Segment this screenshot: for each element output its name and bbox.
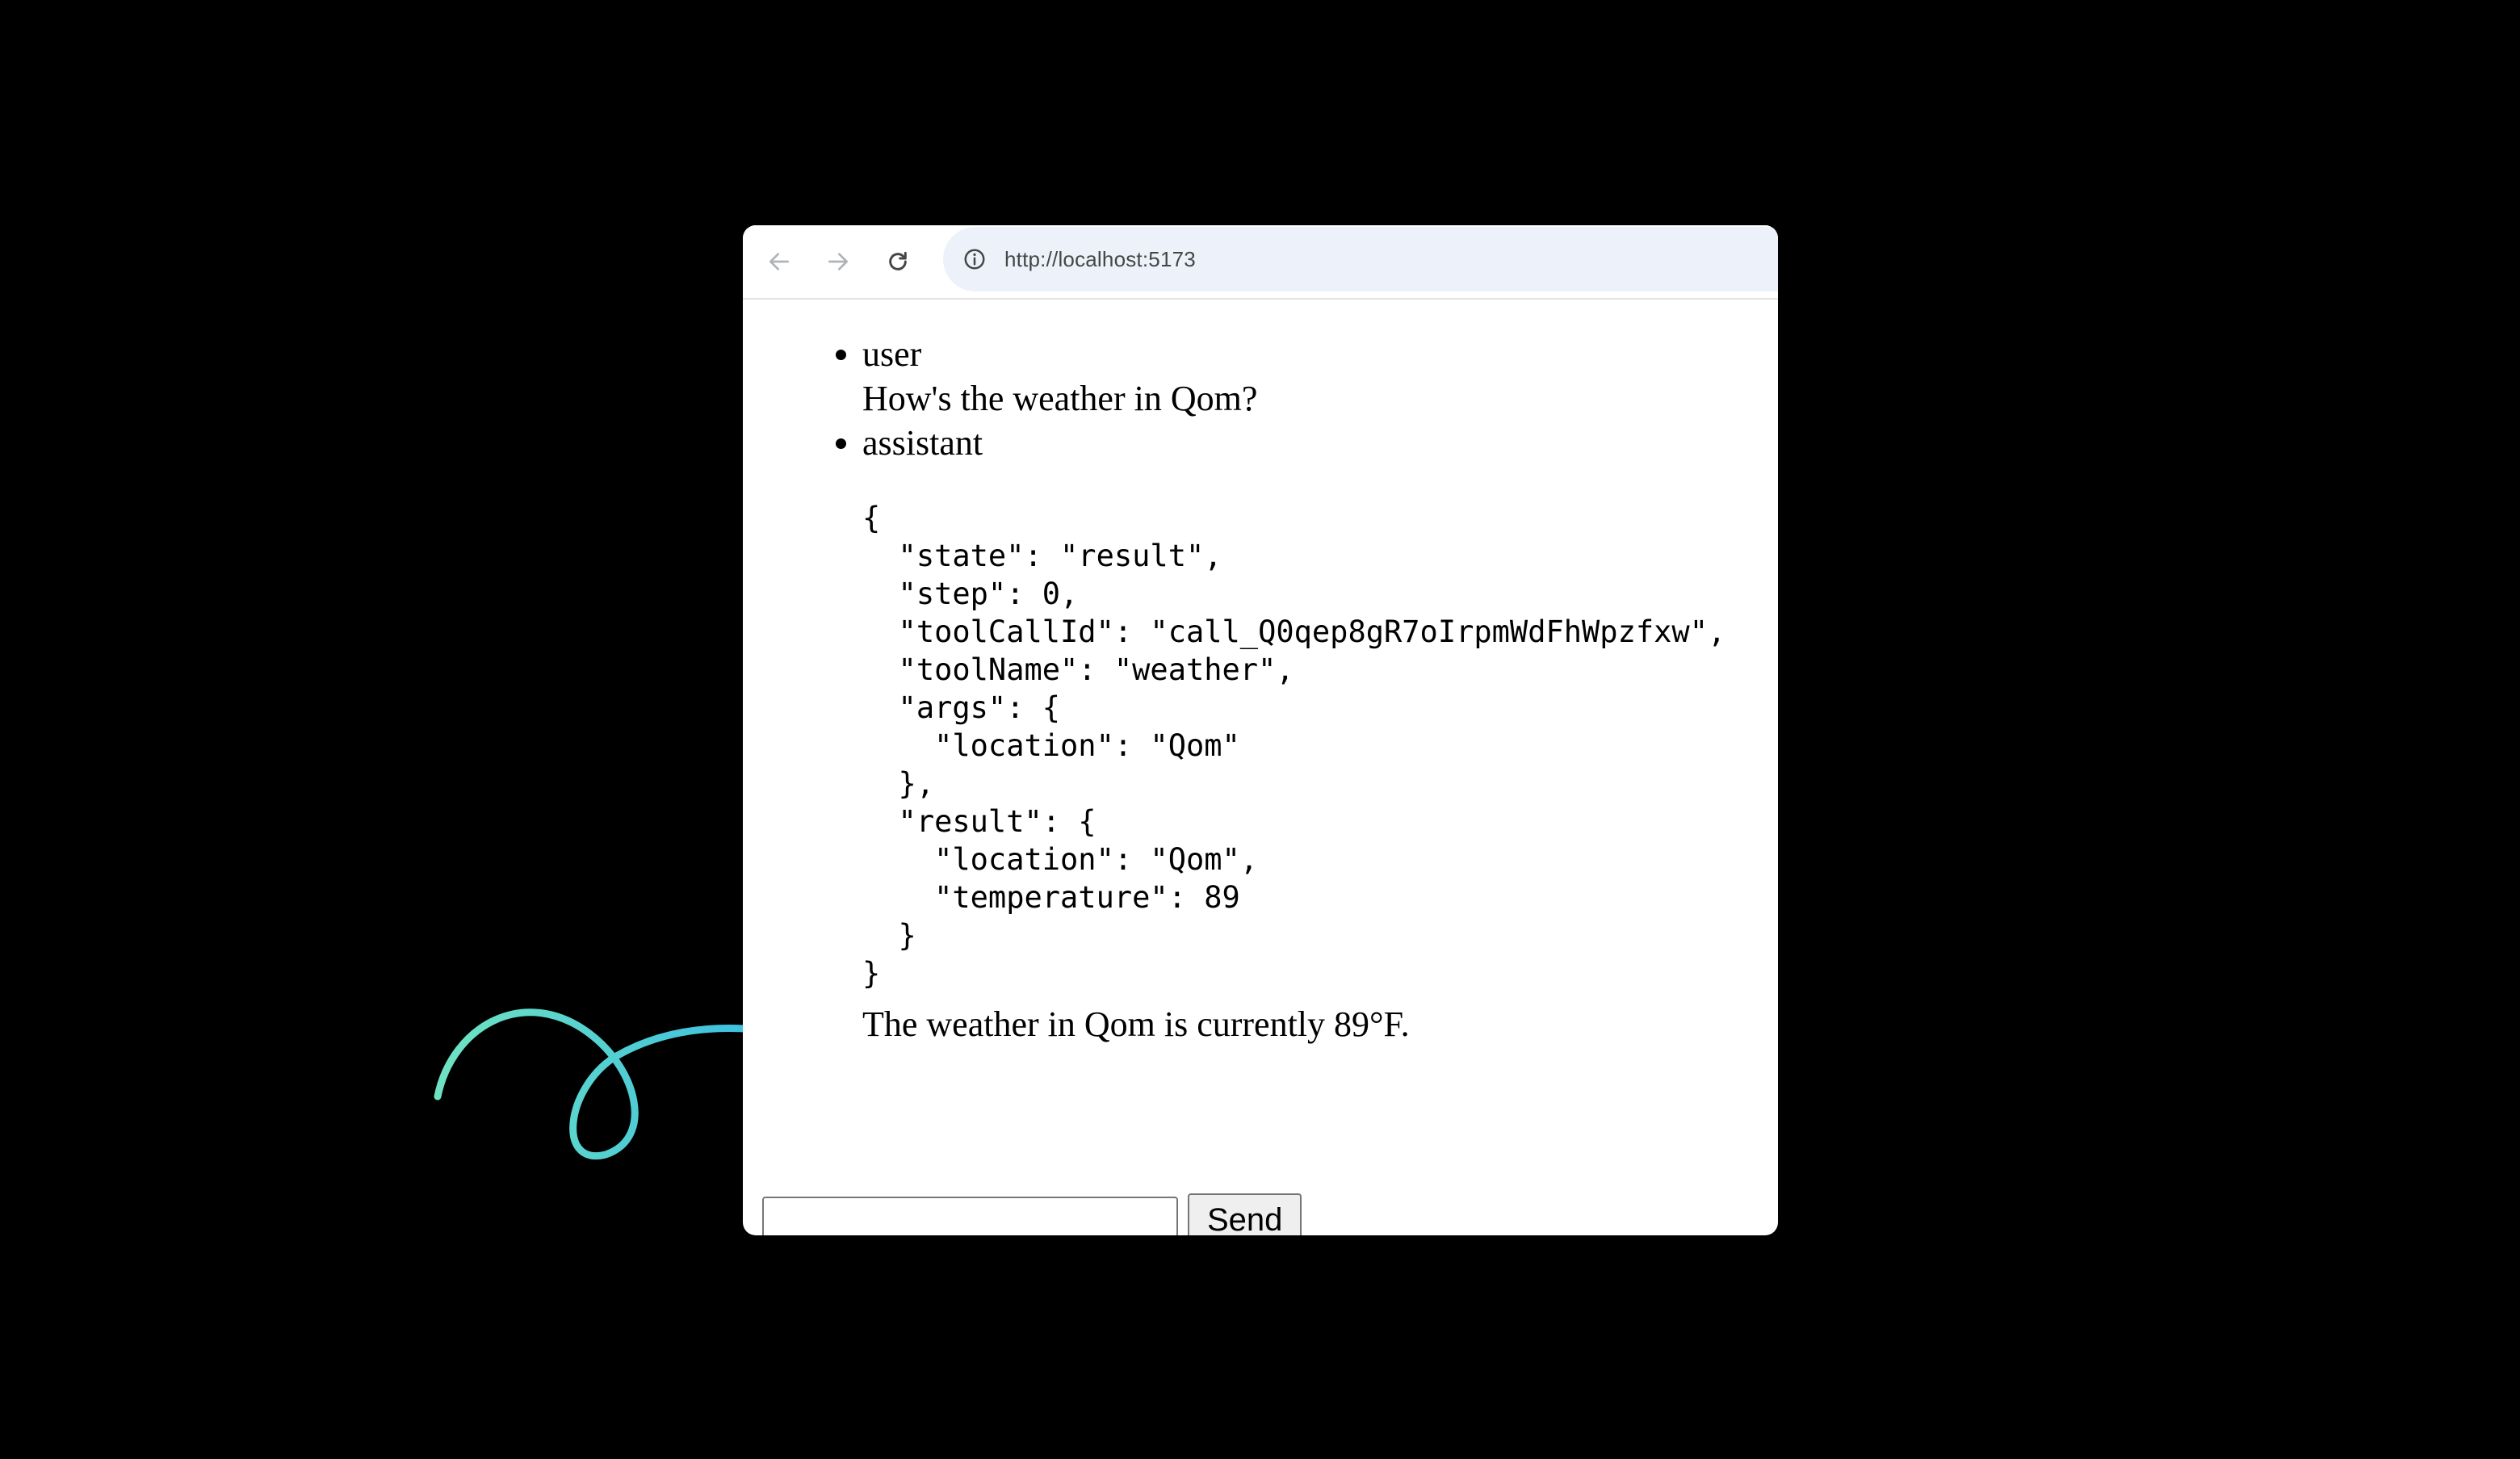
- browser-toolbar: http://localhost:5173: [743, 225, 1778, 300]
- info-icon: [964, 249, 985, 270]
- site-info-button[interactable]: [956, 241, 993, 278]
- message-item-assistant: assistant { "state": "result", "step": 0…: [862, 421, 1751, 1046]
- stage: http://localhost:5173 user How's the wea…: [0, 0, 2520, 1459]
- address-bar[interactable]: http://localhost:5173: [943, 227, 1778, 291]
- forward-button[interactable]: [820, 243, 857, 280]
- reload-icon: [889, 251, 907, 270]
- reload-button[interactable]: [879, 243, 916, 280]
- message-item-user: user How's the weather in Qom?: [862, 332, 1751, 421]
- message-text: The weather in Qom is currently 89°F.: [862, 1004, 1410, 1044]
- chat-input[interactable]: [762, 1197, 1178, 1235]
- back-button[interactable]: [761, 243, 798, 280]
- message-role: assistant: [862, 423, 983, 463]
- chat-form: Send: [762, 1193, 1302, 1235]
- send-button[interactable]: Send: [1188, 1193, 1302, 1235]
- arrow-right-icon: [828, 253, 848, 270]
- message-text: How's the weather in Qom?: [862, 379, 1258, 418]
- arrow-left-icon: [769, 253, 789, 270]
- url-text[interactable]: http://localhost:5173: [1004, 247, 1196, 272]
- browser-window: http://localhost:5173 user How's the wea…: [743, 225, 1778, 1235]
- message-list: user How's the weather in Qom? assistant…: [862, 332, 1751, 1046]
- tool-invocation-json: { "state": "result", "step": 0, "toolCal…: [862, 501, 1726, 991]
- message-role: user: [862, 334, 922, 374]
